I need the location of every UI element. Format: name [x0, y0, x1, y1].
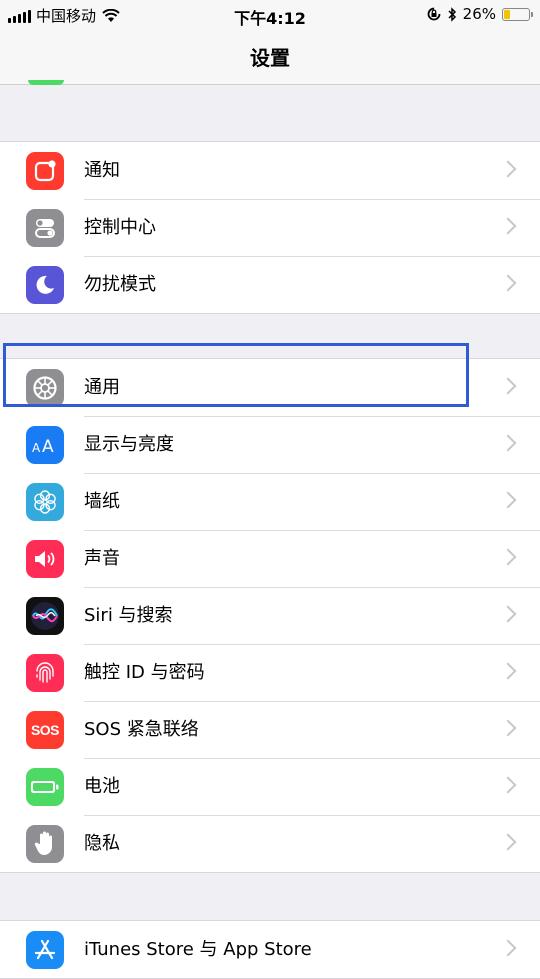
row-label: Siri 与搜索 — [84, 605, 173, 626]
chevron-right-icon — [499, 377, 517, 395]
control-center-icon — [26, 209, 64, 247]
fingerprint-icon — [26, 654, 64, 692]
settings-group-3: iTunes Store 与 App Store — [0, 920, 540, 979]
row-label: 墙纸 — [84, 491, 120, 512]
battery-indicator-icon — [502, 7, 533, 21]
settings-row-control-center[interactable]: 控制中心 — [0, 199, 540, 256]
settings-row-touch-id-passcode[interactable]: 触控 ID 与密码 — [0, 644, 540, 701]
chevron-right-icon — [499, 939, 517, 957]
page-title: 设置 — [250, 46, 290, 70]
sos-icon-text: SOS — [30, 722, 60, 738]
chevron-right-icon — [499, 491, 517, 509]
settings-row-privacy[interactable]: 隐私 — [0, 815, 540, 872]
moon-icon — [26, 266, 64, 304]
chevron-right-icon — [499, 217, 517, 235]
chevron-right-icon — [499, 833, 517, 851]
chevron-right-icon — [499, 719, 517, 737]
settings-row-siri-search[interactable]: Siri 与搜索 — [0, 587, 540, 644]
chevron-right-icon — [499, 662, 517, 680]
scrolled-item-icon — [28, 80, 64, 85]
status-bar: 中国移动 下午4:12 26% — [0, 0, 540, 30]
settings-row-itunes-app-store[interactable]: iTunes Store 与 App Store — [0, 921, 540, 978]
wallpaper-icon — [26, 483, 64, 521]
settings-row-wallpaper[interactable]: 墙纸 — [0, 473, 540, 530]
sound-icon — [26, 540, 64, 578]
chevron-right-icon — [499, 434, 517, 452]
settings-row-general[interactable]: 通用 — [0, 359, 540, 416]
settings-group-2: 通用 AA 显示与亮度 墙纸 声音 Siri 与搜索 触控 ID 与密码 SOS… — [0, 358, 540, 873]
row-label: 触控 ID 与密码 — [84, 662, 205, 683]
status-right: 26% — [427, 5, 533, 23]
gear-icon — [26, 369, 64, 407]
row-label: iTunes Store 与 App Store — [84, 939, 312, 960]
siri-icon — [26, 597, 64, 635]
battery-icon — [26, 768, 64, 806]
chevron-right-icon — [499, 776, 517, 794]
settings-row-sounds[interactable]: 声音 — [0, 530, 540, 587]
row-label: 电池 — [84, 776, 120, 797]
notifications-icon — [26, 152, 64, 190]
hand-icon — [26, 825, 64, 863]
row-label: 通用 — [84, 377, 120, 398]
chevron-right-icon — [499, 160, 517, 178]
settings-row-battery[interactable]: 电池 — [0, 758, 540, 815]
chevron-right-icon — [499, 605, 517, 623]
svg-text:A: A — [42, 437, 54, 457]
svg-text:A: A — [32, 441, 41, 455]
battery-fill — [504, 9, 510, 19]
row-label: SOS 紧急联络 — [84, 719, 199, 740]
row-label: 勿扰模式 — [84, 274, 156, 295]
rotation-lock-icon — [427, 7, 441, 21]
settings-row-do-not-disturb[interactable]: 勿扰模式 — [0, 256, 540, 313]
chevron-right-icon — [499, 274, 517, 292]
settings-group-1: 通知 控制中心 勿扰模式 — [0, 141, 540, 314]
settings-row-emergency-sos[interactable]: SOS SOS 紧急联络 — [0, 701, 540, 758]
row-label: 隐私 — [84, 833, 120, 854]
row-label: 声音 — [84, 548, 120, 569]
app-store-icon — [26, 931, 64, 969]
bluetooth-icon — [448, 6, 456, 22]
row-label: 控制中心 — [84, 217, 156, 238]
navigation-bar: 设置 — [0, 30, 540, 85]
row-label: 通知 — [84, 160, 120, 181]
settings-row-notifications[interactable]: 通知 — [0, 142, 540, 199]
chevron-right-icon — [499, 548, 517, 566]
sos-icon: SOS — [26, 711, 64, 749]
settings-row-display-brightness[interactable]: AA 显示与亮度 — [0, 416, 540, 473]
row-label: 显示与亮度 — [84, 434, 174, 455]
display-brightness-icon: AA — [26, 426, 64, 464]
battery-percent: 26% — [462, 5, 496, 23]
